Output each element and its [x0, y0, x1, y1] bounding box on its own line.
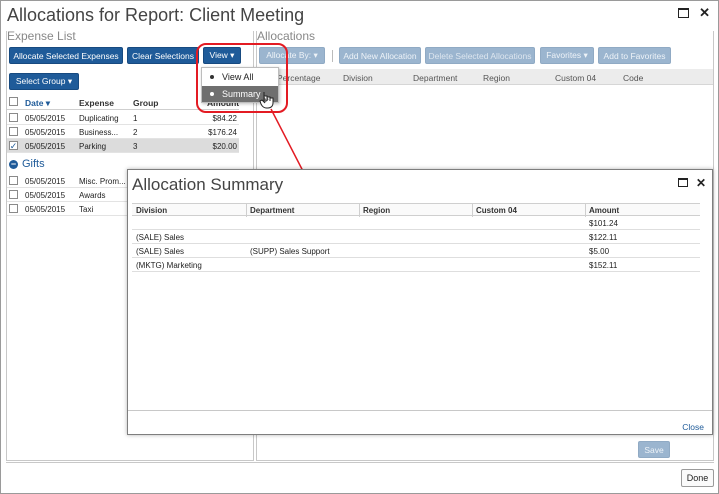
allocations-title: Allocations: [257, 29, 316, 43]
division-column-header: Division: [343, 73, 373, 83]
row-date: 05/05/2015: [25, 177, 66, 186]
row-expense: Business...: [79, 128, 119, 137]
allocation-summary-dialog: Allocation Summary ✕ Division Department…: [127, 169, 713, 435]
close-icon[interactable]: ✕: [696, 176, 706, 190]
bullet-icon: [210, 75, 214, 79]
toolbar-divider: [332, 50, 333, 62]
row-expense: Duplicating: [79, 114, 119, 123]
dialog-title: Allocation Summary: [132, 175, 284, 194]
department-column-header: Department: [250, 206, 295, 215]
summary-division: (SALE) Sales: [136, 247, 185, 256]
row-amount: $20.00: [212, 142, 237, 151]
delete-selected-allocations-button[interactable]: Delete Selected Allocations: [425, 47, 535, 64]
summary-department: (SUPP) Sales Support: [250, 247, 330, 256]
row-date: 05/05/2015: [25, 114, 66, 123]
custom04-column-header: Custom 04: [476, 206, 517, 215]
close-link[interactable]: Close: [682, 422, 704, 432]
bullet-icon: [210, 92, 214, 96]
summary-division: (MKTG) Marketing: [136, 261, 202, 270]
save-button[interactable]: Save: [638, 441, 670, 458]
expense-list-title: Expense List: [7, 29, 76, 43]
row-checkbox[interactable]: [9, 190, 18, 199]
group-column-header[interactable]: Group: [133, 98, 159, 108]
row-checkbox[interactable]: [9, 127, 18, 136]
collapse-icon[interactable]: −: [9, 159, 18, 169]
summary-row: (SALE) Sales (SUPP) Sales Support $5.00: [132, 244, 700, 258]
row-group: 2: [133, 128, 138, 137]
summary-amount: $152.11: [589, 261, 618, 270]
summary-division: (SALE) Sales: [136, 233, 185, 242]
amount-column-header: Amount: [589, 206, 620, 215]
region-column-header: Region: [483, 73, 510, 83]
row-checkbox[interactable]: [9, 204, 18, 213]
maximize-icon[interactable]: [678, 8, 690, 18]
row-date: 05/05/2015: [25, 128, 66, 137]
summary-row: $101.24: [132, 216, 700, 230]
allocate-selected-expenses-button[interactable]: Allocate Selected Expenses: [9, 47, 123, 64]
select-group-button[interactable]: Select Group ▾: [9, 73, 79, 90]
window-title: Allocations for Report: Client Meeting: [7, 5, 305, 25]
expense-column-header[interactable]: Expense: [79, 98, 114, 108]
row-checkbox[interactable]: [9, 176, 18, 185]
gifts-label: Gifts: [22, 158, 45, 170]
table-row[interactable]: 05/05/2015 Duplicating 1 $84.22: [7, 111, 239, 125]
done-button[interactable]: Done: [681, 469, 714, 487]
summary-row: (SALE) Sales $122.11: [132, 230, 700, 244]
department-column-header: Department: [413, 73, 458, 83]
clear-selections-button[interactable]: Clear Selections: [127, 47, 199, 64]
row-checkbox-checked[interactable]: ✓: [9, 141, 18, 150]
row-amount: $176.24: [208, 128, 237, 137]
dialog-footer-divider: [128, 410, 712, 411]
row-expense: Taxi: [79, 205, 94, 214]
close-icon[interactable]: ✕: [699, 6, 710, 20]
menu-item-view-all[interactable]: View All: [202, 69, 278, 85]
region-column-header: Region: [363, 206, 391, 215]
row-amount: $84.22: [212, 114, 237, 123]
select-all-checkbox[interactable]: [9, 97, 18, 106]
allocations-grid-header: Percentage Division Department Region Cu…: [257, 69, 713, 85]
footer-divider: [6, 462, 714, 463]
allocations-window: Allocations for Report: Client Meeting ✕…: [0, 0, 719, 494]
add-new-allocation-button[interactable]: Add New Allocation: [339, 47, 421, 64]
summary-amount: $5.00: [589, 247, 610, 256]
table-row-selected[interactable]: ✓ 05/05/2015 Parking 3 $20.00: [7, 139, 239, 153]
row-expense: Awards: [79, 191, 106, 200]
row-group: 1: [133, 114, 138, 123]
add-to-favorites-button[interactable]: Add to Favorites: [598, 47, 671, 64]
maximize-icon[interactable]: [677, 178, 688, 187]
code-column-header: Code: [623, 73, 644, 83]
favorites-button[interactable]: Favorites ▾: [540, 47, 594, 64]
row-date: 05/05/2015: [25, 142, 66, 151]
summary-row: (MKTG) Marketing $152.11: [132, 258, 700, 272]
summary-grid-header: Division Department Region Custom 04 Amo…: [132, 203, 700, 217]
table-row[interactable]: 05/05/2015 Business... 2 $176.24: [7, 125, 239, 139]
date-column-header[interactable]: Date ▾: [25, 98, 50, 109]
row-date: 05/05/2015: [25, 205, 66, 214]
summary-amount: $101.24: [589, 219, 618, 228]
summary-amount: $122.11: [589, 233, 618, 242]
row-group: 3: [133, 142, 138, 151]
row-date: 05/05/2015: [25, 191, 66, 200]
row-expense: Parking: [79, 142, 107, 151]
row-checkbox[interactable]: [9, 113, 18, 122]
custom04-column-header: Custom 04: [555, 73, 597, 83]
row-expense: Misc. Prom...: [79, 177, 126, 186]
division-column-header: Division: [136, 206, 168, 215]
gifts-group-header[interactable]: − Gifts: [9, 158, 45, 170]
